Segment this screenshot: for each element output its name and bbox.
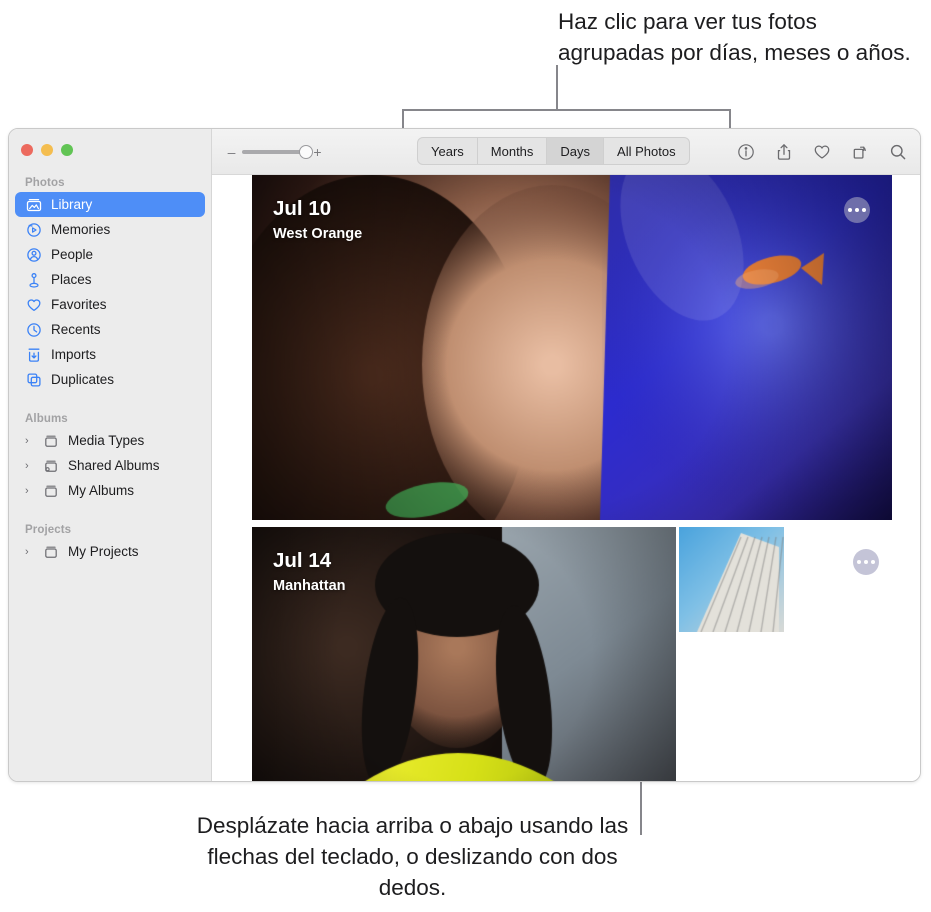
chevron-right-icon[interactable]: › xyxy=(25,485,34,497)
duplicates-icon xyxy=(25,371,42,388)
zoom-out-label[interactable]: – xyxy=(227,144,236,160)
sidebar-item-my-albums[interactable]: › My Albums xyxy=(15,478,205,503)
window-traffic-lights xyxy=(9,139,211,156)
dot xyxy=(864,560,868,564)
sidebar-section-projects-title: Projects xyxy=(9,524,211,539)
view-mode-segmented-control[interactable]: Years Months Days All Photos xyxy=(417,137,690,165)
sidebar-item-duplicates[interactable]: Duplicates xyxy=(15,367,205,392)
minimize-button[interactable] xyxy=(41,144,53,156)
sidebar-item-label: Media Types xyxy=(68,433,144,448)
dot xyxy=(862,208,866,212)
sidebar-item-label: Library xyxy=(51,197,92,212)
day-card-place: West Orange xyxy=(273,224,362,244)
album-icon xyxy=(42,432,59,449)
zoom-button[interactable] xyxy=(61,144,73,156)
photos-app-window: Photos Library Memories People xyxy=(8,128,921,782)
sidebar-item-people[interactable]: People xyxy=(15,242,205,267)
tab-months[interactable]: Months xyxy=(478,138,548,164)
callout-bracket-top-stem xyxy=(556,65,558,110)
chevron-right-icon[interactable]: › xyxy=(25,460,34,472)
sidebar-item-imports[interactable]: Imports xyxy=(15,342,205,367)
photo-grid[interactable]: Jul 10 West Orange xyxy=(212,175,920,781)
zoom-slider-knob[interactable] xyxy=(299,145,313,159)
dot xyxy=(848,208,852,212)
zoom-slider-track[interactable] xyxy=(242,150,307,154)
day-card-label: Jul 10 West Orange xyxy=(273,197,362,244)
content-area: – + Years Months Days All Photos xyxy=(212,129,920,781)
tab-all-photos[interactable]: All Photos xyxy=(604,138,689,164)
sidebar-item-label: Shared Albums xyxy=(68,458,160,473)
info-icon[interactable] xyxy=(736,142,756,162)
sidebar-item-label: Favorites xyxy=(51,297,107,312)
photo-tile-small-3[interactable] xyxy=(679,635,892,781)
day-card-jul-10[interactable]: Jul 10 West Orange xyxy=(252,175,892,520)
chevron-right-icon[interactable]: › xyxy=(25,546,34,558)
library-icon xyxy=(25,196,42,213)
callout-bracket-top-bar xyxy=(402,109,731,111)
sidebar-section-photos-title: Photos xyxy=(9,177,211,192)
day-card-label: Jul 14 Manhattan xyxy=(273,549,346,596)
sidebar-item-label: My Projects xyxy=(68,544,139,559)
tab-years[interactable]: Years xyxy=(418,138,478,164)
sidebar-item-label: Imports xyxy=(51,347,96,362)
album-icon xyxy=(42,482,59,499)
sidebar-item-favorites[interactable]: Favorites xyxy=(15,292,205,317)
album-icon xyxy=(42,543,59,560)
sidebar-item-label: People xyxy=(51,247,93,262)
tab-days[interactable]: Days xyxy=(547,138,604,164)
places-icon xyxy=(25,271,42,288)
day-card-jul-14[interactable]: Jul 14 Manhattan xyxy=(252,527,892,781)
toolbar: – + Years Months Days All Photos xyxy=(212,129,920,175)
screenshot-root: Haz clic para ver tus fotos agrupadas po… xyxy=(0,0,931,912)
sidebar-item-library[interactable]: Library xyxy=(15,192,205,217)
sidebar-item-media-types[interactable]: › Media Types xyxy=(15,428,205,453)
callout-text-bottom: Desplázate hacia arriba o abajo usando l… xyxy=(180,810,645,903)
dot xyxy=(857,560,861,564)
callout-text-top: Haz clic para ver tus fotos agrupadas po… xyxy=(558,6,926,68)
import-icon xyxy=(25,346,42,363)
sidebar-item-label: My Albums xyxy=(68,483,134,498)
more-options-button[interactable] xyxy=(853,549,879,575)
sidebar-item-label: Memories xyxy=(51,222,110,237)
chevron-right-icon[interactable]: › xyxy=(25,435,34,447)
zoom-slider[interactable]: – + xyxy=(227,144,322,160)
sidebar-item-places[interactable]: Places xyxy=(15,267,205,292)
rotate-icon[interactable] xyxy=(850,142,870,162)
sidebar-item-recents[interactable]: Recents xyxy=(15,317,205,342)
sidebar-item-label: Places xyxy=(51,272,92,287)
callout-bracket-top-right-leg xyxy=(729,109,731,129)
sidebar-item-label: Recents xyxy=(51,322,101,337)
clock-icon xyxy=(25,321,42,338)
close-button[interactable] xyxy=(21,144,33,156)
sidebar: Photos Library Memories People xyxy=(9,129,212,781)
sidebar-item-my-projects[interactable]: › My Projects xyxy=(15,539,205,564)
zoom-in-label[interactable]: + xyxy=(313,144,322,160)
dot xyxy=(871,560,875,564)
sidebar-item-shared-albums[interactable]: › Shared Albums xyxy=(15,453,205,478)
memories-icon xyxy=(25,221,42,238)
sidebar-item-memories[interactable]: Memories xyxy=(15,217,205,242)
photo-tile-small-1[interactable] xyxy=(679,527,784,632)
day-card-date: Jul 14 xyxy=(273,549,346,573)
search-icon[interactable] xyxy=(888,142,908,162)
photo-tile-small-2[interactable] xyxy=(787,527,892,632)
share-icon[interactable] xyxy=(774,142,794,162)
dot xyxy=(855,208,859,212)
favorite-heart-icon[interactable] xyxy=(812,142,832,162)
sidebar-section-albums-title: Albums xyxy=(9,413,211,428)
day-card-date: Jul 10 xyxy=(273,197,362,221)
heart-icon xyxy=(25,296,42,313)
sidebar-item-label: Duplicates xyxy=(51,372,114,387)
day-card-place: Manhattan xyxy=(273,576,346,596)
people-icon xyxy=(25,246,42,263)
shared-album-icon xyxy=(42,457,59,474)
toolbar-icon-group xyxy=(736,129,908,174)
callout-bracket-top-left-leg xyxy=(402,109,404,129)
more-options-button[interactable] xyxy=(844,197,870,223)
